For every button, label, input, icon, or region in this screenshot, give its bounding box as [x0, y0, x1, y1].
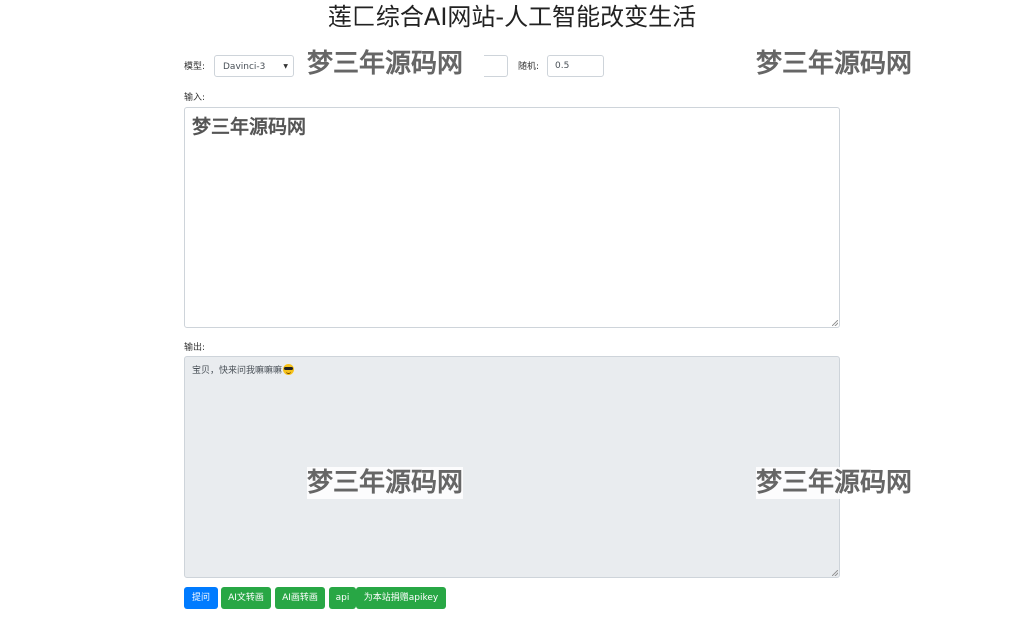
input-textarea[interactable]: 梦三年源码网 [184, 107, 840, 328]
chevron-down-icon: ▼ [283, 63, 288, 70]
input-label: 输入: [184, 93, 206, 103]
watermark: 梦三年源码网 [307, 48, 464, 80]
random-input[interactable]: 0.5 [547, 55, 604, 77]
ask-button[interactable]: 提问 [184, 587, 218, 609]
model-select-value: Davinci-3 [223, 62, 266, 72]
api-button[interactable]: api [329, 587, 356, 609]
hidden-setting-input[interactable] [484, 55, 508, 77]
output-label: 输出: [184, 343, 206, 353]
watermark: 梦三年源码网 [756, 467, 913, 499]
ai-image-to-image-button[interactable]: AI画转画 [275, 587, 325, 609]
resize-grip-icon[interactable] [832, 320, 838, 326]
input-overlay-text: 梦三年源码网 [192, 116, 307, 138]
model-label: 模型: [184, 62, 206, 72]
random-label: 随机: [518, 62, 540, 72]
ai-text-to-image-button[interactable]: AI文转画 [221, 587, 271, 609]
donate-apikey-button[interactable]: 为本站捐赠apikey [356, 587, 446, 609]
watermark: 梦三年源码网 [756, 48, 913, 80]
resize-grip-icon[interactable] [832, 570, 838, 576]
watermark: 梦三年源码网 [307, 467, 464, 499]
sunglasses-face-icon [283, 364, 295, 375]
output-textarea[interactable]: 宝贝，快来问我嘛嘛嘛 [184, 356, 840, 578]
page-title: 莲匚综合AI网站-人工智能改变生活 [327, 3, 697, 31]
model-select[interactable]: Davinci-3 ▼ [214, 55, 294, 77]
output-text: 宝贝，快来问我嘛嘛嘛 [192, 366, 283, 376]
